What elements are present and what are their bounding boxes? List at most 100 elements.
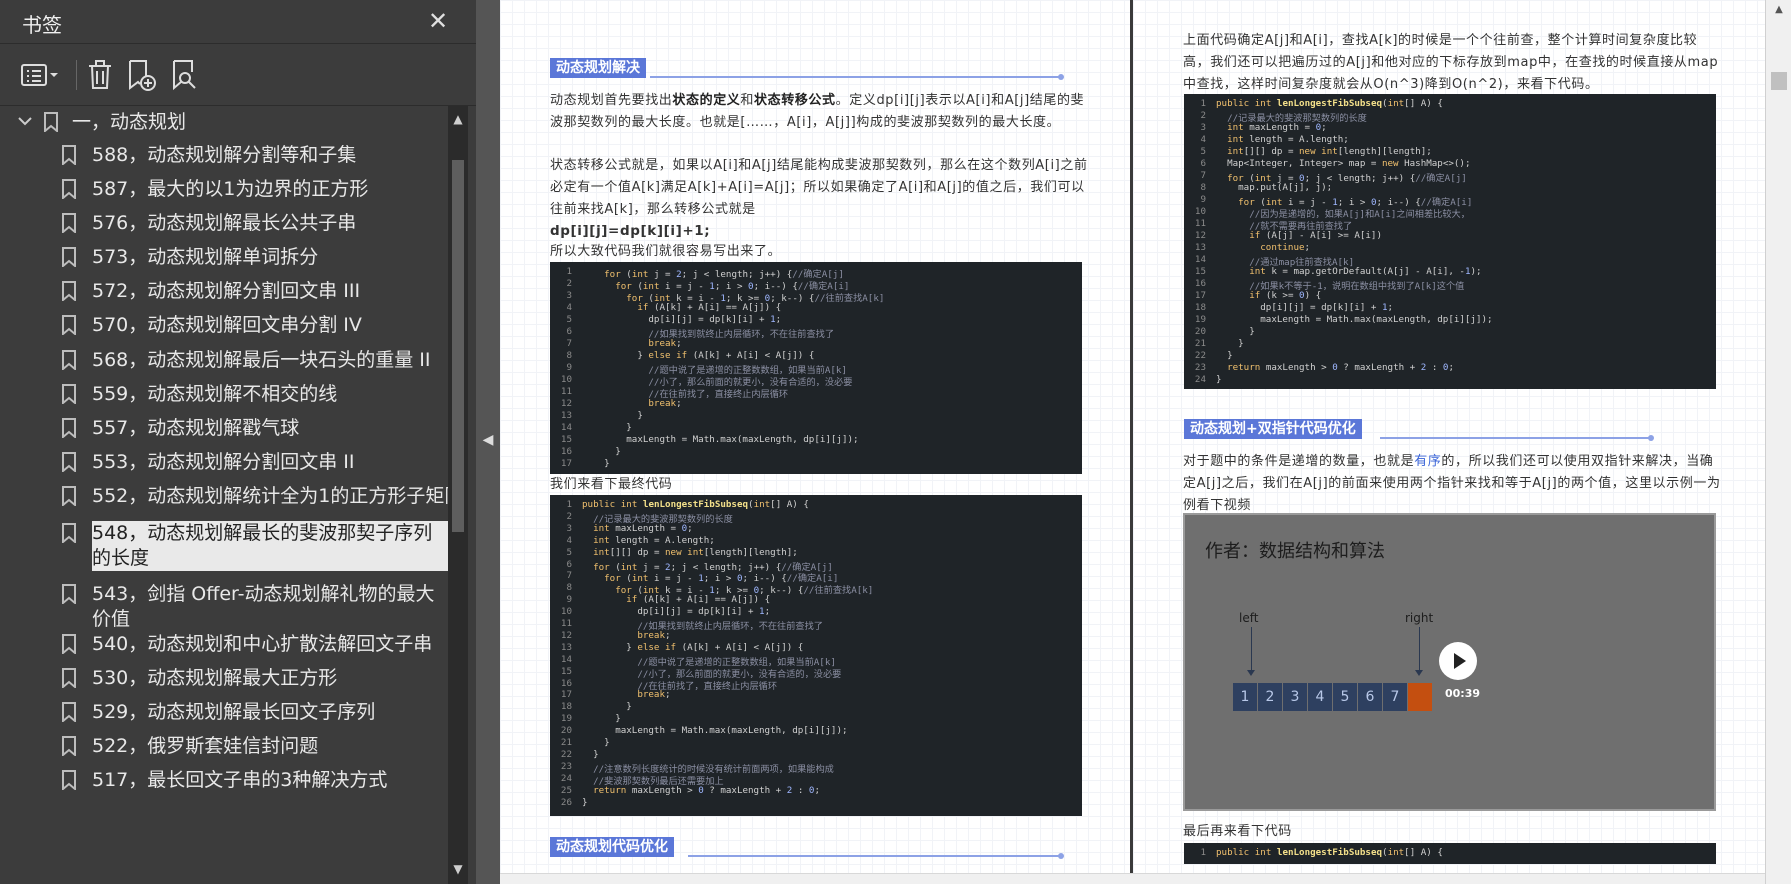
section-heading-label: 动态规划代码优化 <box>550 837 674 857</box>
bookmark-options-icon[interactable] <box>20 58 62 92</box>
code-line-number: 1 <box>566 499 572 510</box>
text-run: 动态规划首先要找出 <box>550 93 673 108</box>
code-line: } <box>582 748 599 760</box>
code-line: } <box>582 446 621 457</box>
code-line: dp[i][j] = dp[k][i] + 1; <box>582 606 771 618</box>
scroll-up-icon[interactable]: ▲ <box>1773 4 1785 16</box>
code-line-number: 13 <box>1194 242 1206 253</box>
collapse-panel-icon[interactable]: ◀ <box>481 430 495 450</box>
bookmarks-header: 书签 ✕ <box>0 0 476 44</box>
paragraph: 最后再来看下代码 <box>1183 824 1292 839</box>
bookmark-item[interactable]: 588，动态规划解分割等和子集 <box>0 138 448 172</box>
code-line: } <box>582 422 632 433</box>
bookmark-item[interactable]: 559，动态规划解不相交的线 <box>0 377 448 411</box>
code-line: } <box>582 410 643 421</box>
code-line: int maxLength = 0; <box>593 522 693 534</box>
bookmark-item[interactable]: 572，动态规划解分割回文串 III <box>0 274 448 308</box>
bookmark-item[interactable]: 529，动态规划解最长回文子序列 <box>0 695 448 729</box>
bookmark-item[interactable]: 573，动态规划解单词拆分 <box>0 240 448 274</box>
bookmark-icon <box>62 213 76 235</box>
bookmark-item[interactable]: 568，动态规划解最后一块石头的重量 II <box>0 343 448 377</box>
paragraph: 动态规划首先要找出状态的定义和状态转移公式。定义dp[i][j]表示以A[i]和… <box>550 90 1090 134</box>
code-line: maxLength = Math.max(maxLength, dp[i][j]… <box>582 434 859 445</box>
bookmark-group[interactable]: 一，动态规划 <box>0 106 448 140</box>
left-pointer-label: left <box>1239 611 1259 625</box>
bookmark-list: 一，动态规划 588，动态规划解分割等和子集 587，最大的以1为边界的正方形 576… <box>0 106 448 884</box>
code-block[interactable]: 1 public int lenLongestFibSubseq(int[] A)… <box>1184 94 1716 389</box>
bookmark-icon <box>62 634 76 656</box>
panel-splitter[interactable]: ◀ <box>476 0 500 884</box>
code-line-number: 3 <box>566 290 572 301</box>
code-line: break; <box>637 689 671 701</box>
bookmark-icon <box>62 523 76 545</box>
find-bookmark-icon[interactable] <box>170 58 200 92</box>
delete-bookmark-icon[interactable] <box>86 58 114 92</box>
bookmark-label: 548，动态规划解最长的斐波那契子序列的长度 <box>92 521 448 571</box>
scroll-down-icon[interactable]: ▼ <box>451 862 465 876</box>
code-line: break; <box>648 398 682 409</box>
document-scroll-thumb[interactable] <box>1771 72 1787 90</box>
code-line-number: 17 <box>560 689 572 701</box>
code-line: if (A[j] - A[i] >= A[i]) <box>1249 230 1382 241</box>
video-duration: 00:39 <box>1445 687 1481 700</box>
code-line: } <box>582 796 588 808</box>
scroll-up-icon[interactable]: ▲ <box>451 112 465 126</box>
code-block[interactable]: 1 public int lenLongestFibSubseq(int[] A)… <box>550 495 1082 816</box>
code-line-number: 13 <box>560 641 572 653</box>
code-line-number: 7 <box>1200 170 1206 181</box>
bookmark-item[interactable]: 522，俄罗斯套娃信封问题 <box>0 729 448 763</box>
code-block[interactable]: 1 for (int j = 2; j < length; j++) {//确定… <box>550 262 1082 474</box>
bookmark-item[interactable]: 552，动态规划解统计全为1的正方形子矩阵 <box>0 479 448 513</box>
code-line-number: 2 <box>1200 110 1206 121</box>
section-heading: 动态规划解决 <box>550 58 1070 80</box>
bookmark-item[interactable]: 557，动态规划解戳气球 <box>0 411 448 445</box>
code-line-number: 1 <box>1200 98 1206 109</box>
add-bookmark-icon[interactable] <box>126 58 158 92</box>
bookmark-item[interactable]: 543，剑指 Offer-动态规划解礼物的最大价值 <box>0 577 448 632</box>
close-icon[interactable]: ✕ <box>425 8 451 34</box>
code-line-number: 20 <box>560 725 572 737</box>
section-heading-rule <box>1380 437 1650 439</box>
bookmark-label: 557，动态规划解戳气球 <box>92 417 300 439</box>
code-line-number: 14 <box>560 422 572 433</box>
section-heading-label: 动态规划+双指针代码优化 <box>1184 419 1362 439</box>
bookmark-item[interactable]: 517，最长回文子串的3种解决方式 <box>0 763 448 797</box>
code-block[interactable]: 1 public int lenLongestFibSubseq(int[] A)… <box>1184 843 1716 864</box>
code-line: int[][] dp = new int[length][length]; <box>1227 146 1432 157</box>
bookmark-scroll-thumb[interactable] <box>452 160 464 532</box>
bookmark-item[interactable]: 548，动态规划解最长的斐波那契子序列的长度 <box>0 516 448 571</box>
bookmark-item[interactable]: 530，动态规划解最大正方形 <box>0 661 448 695</box>
bookmark-item[interactable]: 587，最大的以1为边界的正方形 <box>0 172 448 206</box>
code-line-number: 5 <box>566 314 572 325</box>
play-icon[interactable] <box>1439 642 1477 680</box>
bookmark-item[interactable]: 553，动态规划解分割回文串 II <box>0 445 448 479</box>
code-line-number: 6 <box>1200 158 1206 169</box>
document-scrollbar[interactable]: ▲ <box>1765 0 1791 884</box>
bookmark-icon <box>62 452 76 474</box>
chevron-down-icon[interactable] <box>16 112 34 130</box>
bookmark-scrollbar[interactable]: ▲ ▼ <box>448 106 468 884</box>
bookmark-icon <box>62 315 76 337</box>
code-line-number: 9 <box>566 362 572 373</box>
code-line: } <box>1216 374 1222 385</box>
horizontal-scrollbar[interactable] <box>500 873 1765 884</box>
bookmark-item[interactable]: 570，动态规划解回文串分割 IV <box>0 308 448 342</box>
bookmark-item[interactable]: 576，动态规划解最长公共子串 <box>0 206 448 240</box>
bookmark-label: 540，动态规划和中心扩散法解回文子串 <box>92 633 433 655</box>
right-pointer-arrow <box>1415 627 1423 676</box>
array-cell: 4 <box>1308 683 1333 711</box>
text-run: 和 <box>740 93 755 108</box>
code-line: map.put(A[j], j); <box>1216 182 1333 193</box>
code-line-number: 12 <box>560 398 572 409</box>
code-line-number: 11 <box>560 618 572 629</box>
bookmark-item[interactable]: 540，动态规划和中心扩散法解回文子串 <box>0 627 448 661</box>
bookmark-icon <box>62 486 76 508</box>
video-player[interactable]: 作者：数据结构和算法 left right 1234567 00:39 <box>1183 513 1716 811</box>
code-line-number: 14 <box>1194 254 1206 265</box>
code-line-number: 2 <box>566 278 572 289</box>
code-line: break; <box>648 338 682 349</box>
code-line-number: 2 <box>566 510 572 522</box>
paragraph: 对于题中的条件是递增的数量，也就是有序的，所以我们还可以使用双指针来解决，当确定… <box>1183 451 1723 517</box>
section-heading-label: 动态规划解决 <box>550 58 646 78</box>
code-line: if (k >= 0) { <box>1249 290 1322 301</box>
